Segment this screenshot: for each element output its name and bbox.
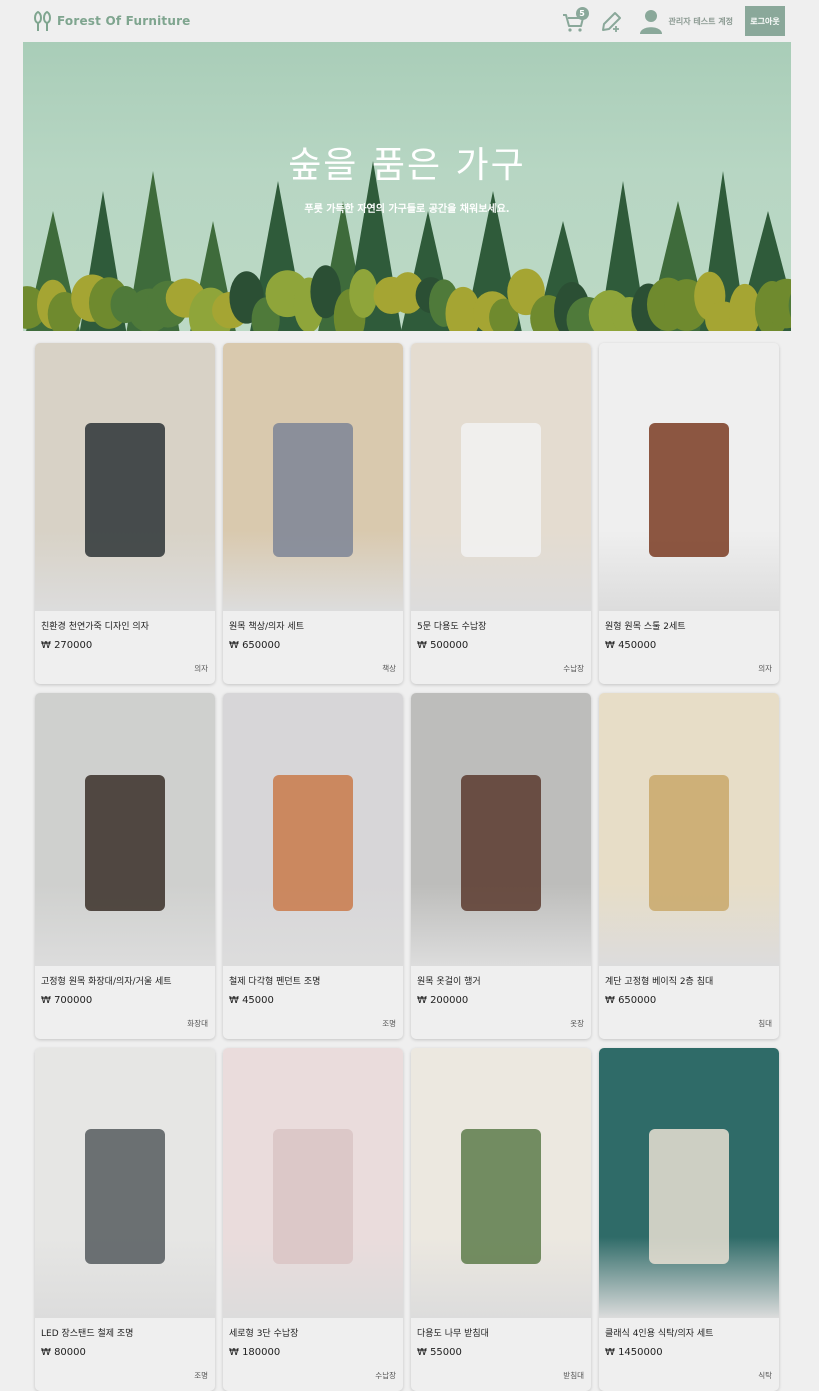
product-image[interactable] (411, 693, 591, 966)
product-price: ₩ 55000 (417, 1347, 462, 1358)
product-price: ₩ 270000 (41, 640, 93, 651)
product-category: 조명 (382, 1019, 396, 1028)
product-price: ₩ 200000 (417, 995, 469, 1006)
product-info: 세로형 3단 수납장 ₩ 180000 수납장 (223, 1318, 403, 1391)
product-info: 고정형 원목 화장대/의자/거울 세트 ₩ 700000 화장대 (35, 966, 215, 1039)
product-photo-subject (85, 1129, 165, 1264)
product-image[interactable] (35, 343, 215, 611)
product-photo-subject (273, 774, 353, 912)
product-price: ₩ 450000 (605, 640, 657, 651)
user-name[interactable]: 관리자 테스트 계정 (669, 16, 733, 27)
product-name[interactable]: 5문 다용도 수납장 (417, 619, 585, 632)
cart-count-badge: 5 (575, 7, 589, 20)
product-image[interactable] (599, 1048, 779, 1318)
product-image[interactable] (223, 1048, 403, 1318)
product-category: 옷장 (570, 1019, 584, 1028)
product-price: ₩ 700000 (41, 995, 93, 1006)
product-photo-subject (649, 1129, 729, 1264)
product-category: 의자 (194, 664, 208, 673)
product-info: 다용도 나무 받침대 ₩ 55000 받침대 (411, 1318, 591, 1391)
product-category: 조명 (194, 1371, 208, 1380)
top-nav: Forest Of Furniture 5 관리자 테스트 계정 로그아웃 (0, 0, 819, 42)
product-image[interactable] (411, 1048, 591, 1318)
product-photo-subject (461, 1129, 541, 1264)
product-name[interactable]: 친환경 천연가죽 디자인 의자 (41, 619, 209, 632)
product-image[interactable] (35, 693, 215, 966)
product-category: 의자 (758, 664, 772, 673)
hero-title: 숲을 품은 가구 (288, 145, 526, 186)
product-photo-subject (273, 1129, 353, 1264)
product-info: 원목 책상/의자 세트 ₩ 650000 책상 (223, 611, 403, 684)
product-info: 클래식 4인용 식탁/의자 세트 ₩ 1450000 식탁 (599, 1318, 779, 1391)
product-category: 침대 (758, 1019, 772, 1028)
product-info: 친환경 천연가죽 디자인 의자 ₩ 270000 의자 (35, 611, 215, 684)
hero-subtitle: 푸릇 가득한 자연의 가구들로 공간을 채워보세요. (304, 204, 510, 215)
product-image[interactable] (223, 343, 403, 611)
product-info: 원형 원목 스툴 2세트 ₩ 450000 의자 (599, 611, 779, 684)
product-image[interactable] (223, 693, 403, 966)
product-category: 책상 (382, 664, 396, 673)
product-image[interactable] (599, 693, 779, 966)
user-avatar[interactable] (639, 7, 663, 35)
product-name[interactable]: 계단 고정형 베이직 2층 침대 (605, 974, 773, 987)
product-photo-subject (273, 423, 353, 558)
product-card[interactable]: 철제 다각형 펜던트 조명 ₩ 45000 조명 (223, 693, 403, 1039)
hero-banner: 숲을 품은 가구 푸릇 가득한 자연의 가구들로 공간을 채워보세요. (23, 42, 791, 331)
product-name[interactable]: 고정형 원목 화장대/의자/거울 세트 (41, 974, 209, 987)
product-category: 받침대 (563, 1371, 584, 1380)
product-card[interactable]: 클래식 4인용 식탁/의자 세트 ₩ 1450000 식탁 (599, 1048, 779, 1391)
product-price: ₩ 180000 (229, 1347, 281, 1358)
product-price: ₩ 80000 (41, 1347, 86, 1358)
product-info: 5문 다용도 수납장 ₩ 500000 수납장 (411, 611, 591, 684)
product-photo-subject (461, 423, 541, 558)
product-image[interactable] (411, 343, 591, 611)
cart-button[interactable]: 5 (561, 7, 589, 35)
product-photo-subject (461, 774, 541, 912)
product-name[interactable]: 원목 옷걸이 행거 (417, 974, 585, 987)
product-info: LED 장스탠드 철제 조명 ₩ 80000 조명 (35, 1318, 215, 1391)
product-card[interactable]: 친환경 천연가죽 디자인 의자 ₩ 270000 의자 (35, 343, 215, 684)
product-info: 계단 고정형 베이직 2층 침대 ₩ 650000 침대 (599, 966, 779, 1039)
product-name[interactable]: 원목 책상/의자 세트 (229, 619, 397, 632)
product-price: ₩ 500000 (417, 640, 469, 651)
pencil-icon (601, 12, 621, 32)
product-card[interactable]: 원목 책상/의자 세트 ₩ 650000 책상 (223, 343, 403, 684)
product-name[interactable]: 클래식 4인용 식탁/의자 세트 (605, 1326, 773, 1339)
product-photo-subject (85, 423, 165, 558)
product-card[interactable]: LED 장스탠드 철제 조명 ₩ 80000 조명 (35, 1048, 215, 1391)
product-category: 수납장 (563, 664, 584, 673)
product-name[interactable]: 철제 다각형 펜던트 조명 (229, 974, 397, 987)
product-card[interactable]: 원형 원목 스툴 2세트 ₩ 450000 의자 (599, 343, 779, 684)
product-card[interactable]: 5문 다용도 수납장 ₩ 500000 수납장 (411, 343, 591, 684)
product-card[interactable]: 원목 옷걸이 행거 ₩ 200000 옷장 (411, 693, 591, 1039)
product-name[interactable]: LED 장스탠드 철제 조명 (41, 1326, 209, 1339)
product-name[interactable]: 다용도 나무 받침대 (417, 1326, 585, 1339)
write-button[interactable] (599, 7, 623, 35)
product-category: 식탁 (758, 1371, 772, 1380)
product-card[interactable]: 다용도 나무 받침대 ₩ 55000 받침대 (411, 1048, 591, 1391)
product-image[interactable] (599, 343, 779, 611)
product-category: 수납장 (375, 1371, 396, 1380)
product-image[interactable] (35, 1048, 215, 1318)
product-name[interactable]: 세로형 3단 수납장 (229, 1326, 397, 1339)
logout-button[interactable]: 로그아웃 (745, 6, 785, 36)
product-name[interactable]: 원형 원목 스툴 2세트 (605, 619, 773, 632)
product-photo-subject (85, 774, 165, 912)
user-icon (639, 10, 662, 34)
product-card[interactable]: 고정형 원목 화장대/의자/거울 세트 ₩ 700000 화장대 (35, 693, 215, 1039)
product-price: ₩ 650000 (229, 640, 281, 651)
product-price: ₩ 45000 (229, 995, 274, 1006)
product-info: 철제 다각형 펜던트 조명 ₩ 45000 조명 (223, 966, 403, 1039)
product-card[interactable]: 세로형 3단 수납장 ₩ 180000 수납장 (223, 1048, 403, 1391)
product-price: ₩ 1450000 (605, 1347, 663, 1358)
logo-text: Forest Of Furniture (57, 14, 191, 28)
product-photo-subject (649, 423, 729, 558)
product-photo-subject (649, 774, 729, 912)
product-category: 화장대 (187, 1019, 208, 1028)
product-price: ₩ 650000 (605, 995, 657, 1006)
logo[interactable]: Forest Of Furniture (33, 9, 191, 33)
product-info: 원목 옷걸이 행거 ₩ 200000 옷장 (411, 966, 591, 1039)
tree-logo-icon (34, 10, 51, 31)
product-card[interactable]: 계단 고정형 베이직 2층 침대 ₩ 650000 침대 (599, 693, 779, 1039)
